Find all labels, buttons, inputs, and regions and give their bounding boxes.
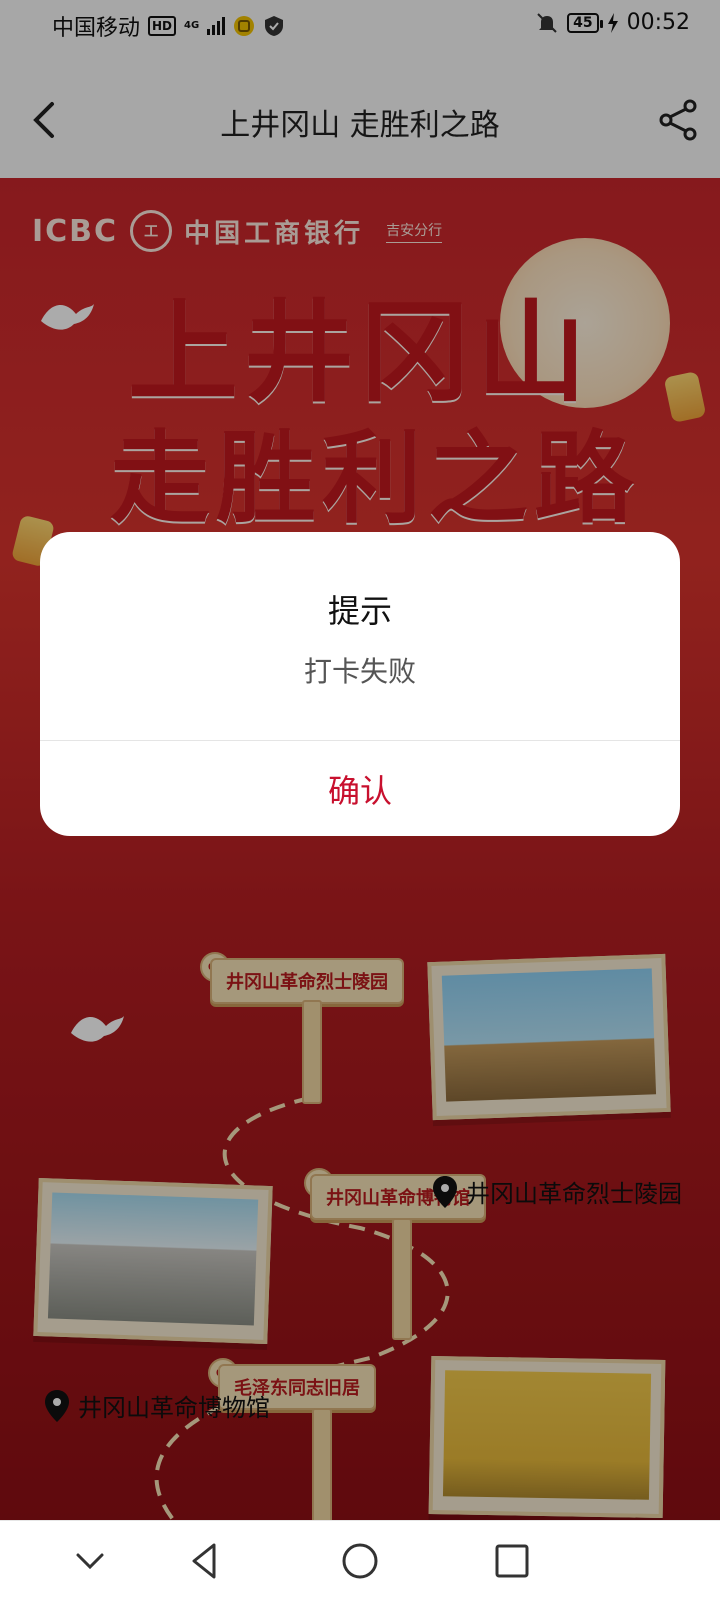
- recents-square-icon[interactable]: [490, 1539, 534, 1583]
- confirm-button[interactable]: 确认: [40, 741, 680, 836]
- dialog-title: 提示: [327, 592, 392, 630]
- back-triangle-icon[interactable]: [184, 1539, 228, 1583]
- alert-dialog: 提示 打卡失败 确认: [40, 532, 680, 836]
- system-navigation-bar: [0, 1520, 720, 1601]
- home-circle-icon[interactable]: [338, 1539, 382, 1583]
- dialog-message: 打卡失败: [303, 655, 416, 688]
- collapse-chevron-icon[interactable]: [68, 1539, 112, 1583]
